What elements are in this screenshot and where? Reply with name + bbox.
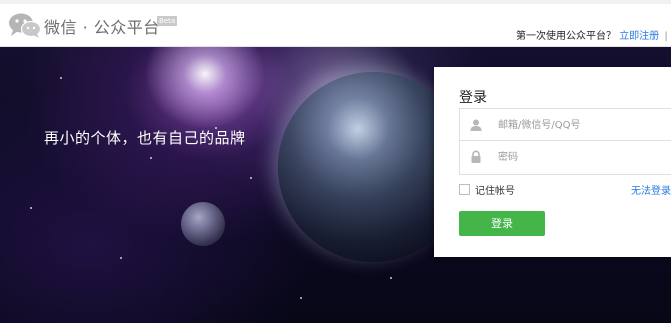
account-field[interactable] bbox=[459, 108, 671, 141]
top-header: 微信 · 公众平台 Beta 第一次使用公众平台？ 立即注册 | 使 bbox=[0, 0, 671, 47]
user-icon bbox=[470, 119, 482, 131]
login-title: 登录 bbox=[459, 90, 487, 106]
login-panel: 登录 记住帐号 无法登录 登录 bbox=[434, 67, 671, 257]
lock-icon bbox=[471, 150, 481, 163]
password-field[interactable] bbox=[459, 141, 671, 175]
header-separator: | bbox=[664, 31, 668, 42]
beta-badge: Beta bbox=[157, 16, 178, 26]
wechat-logo-icon bbox=[9, 13, 42, 38]
forgot-login-link[interactable]: 无法登录 bbox=[631, 182, 671, 197]
account-input[interactable] bbox=[498, 115, 668, 135]
slogan-text: 再小的个体，也有自己的品牌 bbox=[44, 129, 246, 147]
login-page: 微信 · 公众平台 Beta 第一次使用公众平台？ 立即注册 | 使 再小的个体… bbox=[0, 0, 671, 323]
header-links: 第一次使用公众平台？ 立即注册 | 使 bbox=[516, 27, 671, 42]
remember-checkbox[interactable] bbox=[459, 184, 470, 195]
password-input[interactable] bbox=[498, 147, 668, 167]
remember-label[interactable]: 记住帐号 bbox=[475, 182, 515, 197]
register-link[interactable]: 立即注册 bbox=[619, 31, 659, 42]
login-button[interactable]: 登录 bbox=[459, 211, 545, 236]
small-planet-image bbox=[181, 202, 225, 246]
platform-title[interactable]: 微信 · 公众平台 bbox=[44, 14, 160, 38]
first-use-text: 第一次使用公众平台？ bbox=[516, 31, 616, 42]
